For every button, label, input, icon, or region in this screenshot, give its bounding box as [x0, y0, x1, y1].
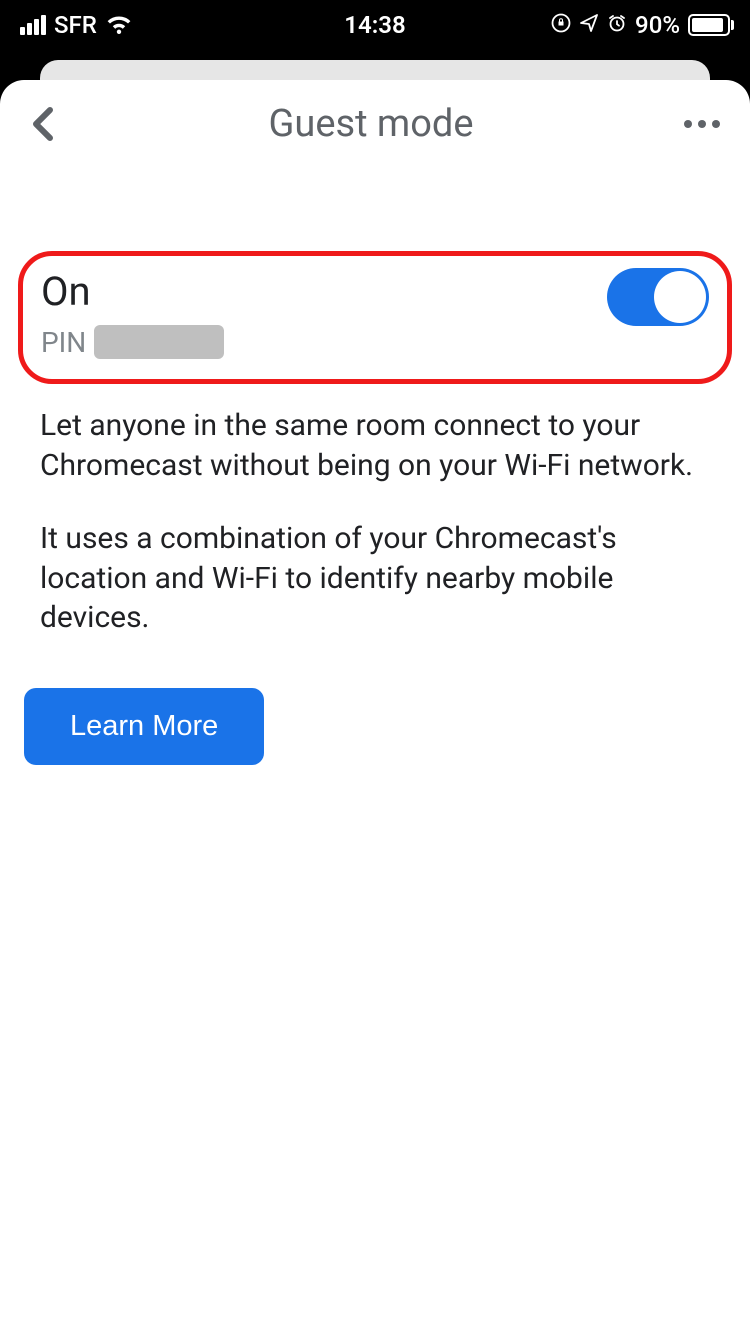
main-sheet: Guest mode On PIN Let anyone in the same… [0, 80, 750, 1334]
battery-fill [692, 18, 723, 32]
signal-icon [20, 15, 46, 35]
more-button[interactable] [684, 120, 720, 128]
description-p2: It uses a combination of your Chromecast… [40, 519, 710, 638]
guest-mode-toggle[interactable] [607, 268, 709, 326]
content: On PIN Let anyone in the same room conne… [0, 251, 750, 765]
status-bar: SFR 14:38 90% [0, 0, 750, 50]
pin-value-redacted [94, 325, 224, 359]
nav-bar: Guest mode [0, 80, 750, 156]
wifi-icon [105, 14, 133, 36]
carrier-label: SFR [54, 11, 97, 39]
guest-mode-toggle-row: On PIN [18, 251, 732, 384]
page-title: Guest mode [268, 102, 473, 146]
battery-pct: 90% [635, 11, 680, 39]
status-left: SFR [20, 11, 133, 39]
alarm-icon [607, 11, 627, 39]
battery-icon [688, 14, 730, 36]
learn-more-button[interactable]: Learn More [24, 688, 264, 765]
description: Let anyone in the same room connect to y… [18, 384, 732, 638]
back-button[interactable] [30, 104, 58, 144]
toggle-knob [654, 271, 706, 323]
orientation-lock-icon [551, 11, 571, 39]
description-p1: Let anyone in the same room connect to y… [40, 406, 710, 485]
status-right: 90% [551, 11, 730, 39]
location-icon [579, 11, 599, 39]
toggle-state-label: On [41, 268, 224, 315]
clock: 14:38 [344, 11, 405, 39]
pin-label: PIN [41, 326, 86, 359]
pin-row: PIN [41, 325, 224, 359]
